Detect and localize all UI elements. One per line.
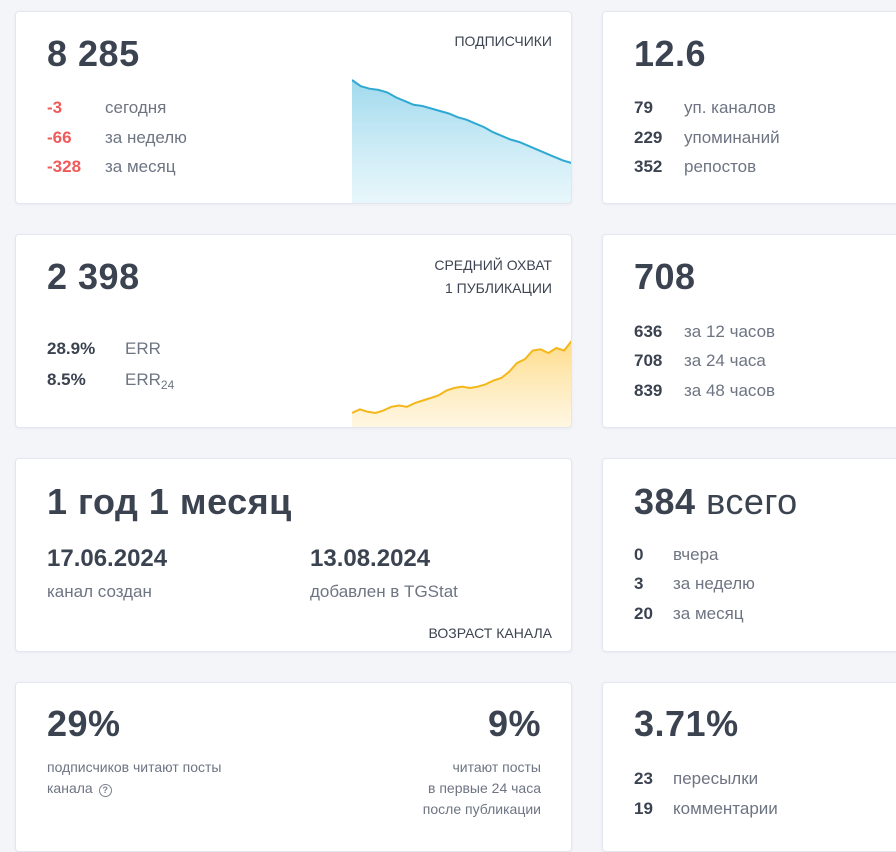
- subscribers-today-value: -3: [47, 98, 63, 117]
- engagement-row-comments: 19 комментарии: [634, 799, 778, 819]
- readers-left-value: 29%: [47, 703, 121, 744]
- posts-week-value: 3: [634, 574, 644, 593]
- age-value: 1 год 1 месяц: [47, 481, 292, 522]
- err24-label: ERR: [125, 370, 161, 389]
- engagement-forwards-value: 23: [634, 769, 653, 788]
- posts-value-suffix: всего: [706, 481, 798, 522]
- posts-row-month: 20 за месяц: [634, 604, 744, 624]
- citation-row-mentions: 229 упоминаний: [634, 128, 780, 148]
- added-label: добавлен в TGStat: [310, 582, 458, 601]
- posts-card[interactable]: 384 всего 0 вчера 3 за неделю 20 за месяц: [602, 458, 896, 652]
- err-row: 28.9% ERR: [47, 339, 161, 359]
- engagement-forwards-label: пересылки: [673, 769, 759, 788]
- citation-index: 12.6: [634, 33, 707, 74]
- views-12h-label: за 12 часов: [684, 322, 776, 341]
- views-row-24h: 708 за 24 часа: [634, 351, 766, 371]
- citation-mentions-value: 229: [634, 128, 663, 147]
- citation-row-reposts: 352 репостов: [634, 157, 756, 177]
- reach-card[interactable]: 2 398 СРЕДНИЙ ОХВАТ 1 ПУБЛИКАЦИИ 28.9% ER…: [15, 234, 572, 428]
- posts-row-week: 3 за неделю: [634, 574, 755, 594]
- subscribers-row-week: -66 за неделю: [47, 128, 187, 148]
- readers-left-text-line2-wrap: канала?: [47, 778, 112, 799]
- readers-right-text-line1: читают посты: [452, 759, 542, 775]
- views-12h-value: 636: [634, 322, 663, 341]
- readers-right-value: 9%: [487, 703, 541, 744]
- posts-month-value: 20: [634, 604, 653, 623]
- readers-left-text-line2: канала: [47, 780, 93, 796]
- posts-month-label: за месяц: [673, 604, 744, 623]
- subscribers-caption: ПОДПИСЧИКИ: [454, 33, 552, 49]
- age-caption: ВОЗРАСТ КАНАЛА: [428, 625, 552, 641]
- err24-value: 8.5%: [47, 370, 86, 389]
- reach-sparkline: [352, 340, 571, 427]
- engagement-row-forwards: 23 пересылки: [634, 769, 758, 789]
- posts-value-wrap: 384 всего: [634, 484, 798, 520]
- posts-row-yesterday: 0 вчера: [634, 545, 719, 565]
- views-48h-label: за 48 часов: [684, 381, 776, 400]
- views-48h-value: 839: [634, 381, 663, 400]
- citation-channels-label: уп. каналов: [684, 98, 776, 117]
- err-value: 28.9%: [47, 339, 96, 358]
- reach-sparkline-area: [352, 341, 571, 427]
- err-label: ERR: [125, 339, 161, 358]
- subscribers-today-label: сегодня: [105, 98, 167, 117]
- views-card[interactable]: 708 636 за 12 часов 708 за 24 часа 839 за 4…: [602, 234, 896, 428]
- engagement-comments-value: 19: [634, 799, 653, 818]
- age-card[interactable]: 1 год 1 месяц 17.06.2024 канал создан 13…: [15, 458, 572, 652]
- err24-row: 8.5% ERR24: [47, 370, 174, 395]
- citation-reposts-value: 352: [634, 157, 663, 176]
- err24-subscript: 24: [160, 378, 175, 392]
- subscribers-sparkline-area: [352, 80, 571, 203]
- help-icon[interactable]: ?: [98, 784, 112, 797]
- subscribers-row-month: -328 за месяц: [47, 157, 176, 177]
- views-24h-label: за 24 часа: [684, 351, 766, 370]
- posts-yesterday-value: 0: [634, 545, 644, 564]
- reach-value: 2 398: [47, 256, 140, 297]
- citation-row-channels: 79 уп. каналов: [634, 98, 776, 118]
- views-row-12h: 636 за 12 часов: [634, 322, 775, 342]
- readers-right-text-line3: после публикации: [422, 801, 541, 817]
- subscribers-month-label: за месяц: [105, 157, 176, 176]
- citation-channels-value: 79: [634, 98, 653, 117]
- readers-right-text-line2: в первые 24 часа: [428, 780, 541, 796]
- subscribers-count: 8 285: [47, 33, 140, 74]
- added-date: 13.08.2024: [310, 545, 431, 572]
- posts-yesterday-label: вчера: [673, 545, 719, 564]
- subscribers-sparkline: [352, 79, 571, 203]
- subscribers-week-value: -66: [47, 128, 72, 147]
- subscribers-month-value: -328: [47, 157, 82, 176]
- views-24h-value: 708: [634, 351, 663, 370]
- posts-week-label: за неделю: [673, 574, 755, 593]
- subscribers-card[interactable]: 8 285 ПОДПИСЧИКИ -3 сегодня -66 за неделю …: [15, 11, 572, 204]
- subscribers-row-today: -3 сегодня: [47, 98, 166, 118]
- subscribers-week-label: за неделю: [105, 128, 187, 147]
- readers-card[interactable]: 29% подписчиков читают посты канала? 9% …: [15, 682, 572, 852]
- engagement-card[interactable]: 3.71% 23 пересылки 19 комментарии: [602, 682, 896, 852]
- engagement-comments-label: комментарии: [673, 799, 778, 818]
- created-date: 17.06.2024: [47, 545, 168, 572]
- views-row-48h: 839 за 48 часов: [634, 381, 775, 401]
- views-value: 708: [634, 256, 696, 297]
- posts-value: 384: [634, 481, 696, 522]
- created-label: канал создан: [47, 582, 152, 601]
- engagement-value: 3.71%: [634, 703, 739, 744]
- citation-card[interactable]: 12.6 79 уп. каналов 229 упоминаний 352 репо…: [602, 11, 896, 204]
- citation-reposts-label: репостов: [684, 157, 757, 176]
- readers-left-text-line1: подписчиков читают посты: [47, 759, 222, 775]
- citation-mentions-label: упоминаний: [684, 128, 780, 147]
